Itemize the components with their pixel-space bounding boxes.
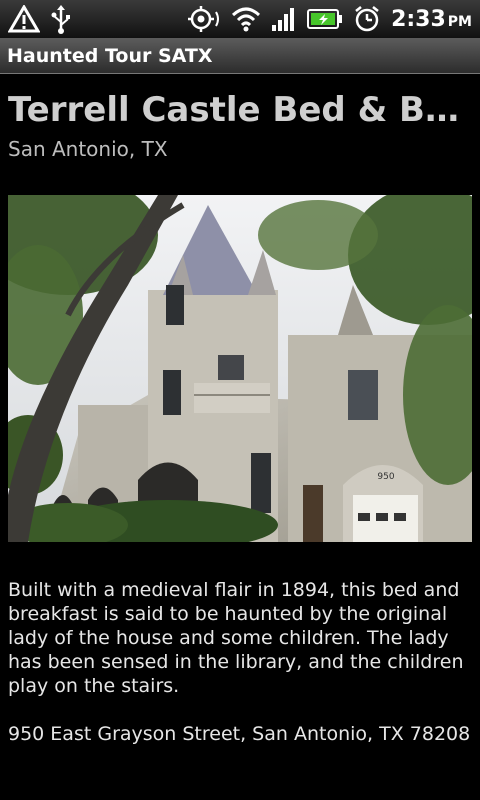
place-header: Terrell Castle Bed & Brea... San Antonio…: [8, 86, 472, 162]
clock: 2:33 PM: [391, 7, 472, 32]
clock-ampm: PM: [447, 13, 472, 30]
usb-icon: [50, 4, 72, 34]
place-title: Terrell Castle Bed & Brea...: [8, 90, 472, 130]
alarm-icon: [353, 4, 381, 34]
status-bar: 2:33 PM: [0, 0, 480, 38]
app-title-bar: Haunted Tour SATX: [0, 38, 480, 74]
place-city: San Antonio, TX: [8, 137, 168, 161]
place-description: Built with a medieval flair in 1894, thi…: [8, 579, 464, 697]
wifi-icon: [231, 4, 261, 34]
warning-icon: [8, 4, 40, 34]
place-photo: 950: [8, 195, 472, 542]
app-title: Haunted Tour SATX: [7, 44, 213, 67]
place-address[interactable]: 950 East Grayson Street, San Antonio, TX…: [8, 722, 472, 746]
battery-charging-icon: [307, 4, 343, 34]
signal-icon: [271, 4, 297, 34]
clock-time: 2:33: [391, 6, 446, 32]
gps-icon: [187, 4, 221, 34]
garage-number: 950: [377, 472, 394, 482]
